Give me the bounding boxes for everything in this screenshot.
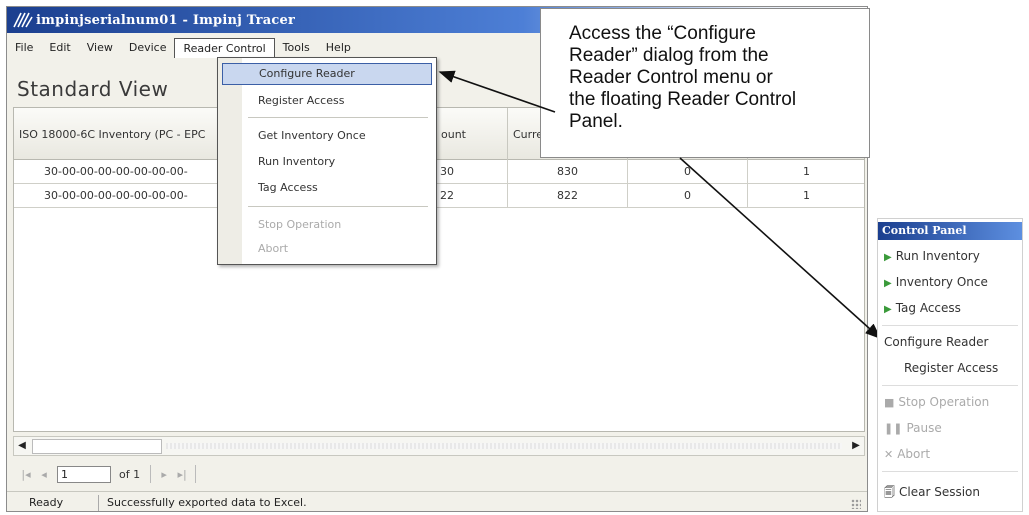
cp-pause-label: Pause <box>906 421 942 435</box>
cp-register-access[interactable]: Register Access <box>904 357 998 379</box>
callout-arrows <box>438 70 882 340</box>
panel-separator <box>882 385 1018 386</box>
cp-clear-session[interactable]: 🗐 Clear Session <box>884 481 980 503</box>
control-panel: Control Panel ▶ Run Inventory ▶ Inventory … <box>877 218 1023 512</box>
cp-tag-access-label: Tag Access <box>895 301 961 315</box>
cp-inventory-once[interactable]: ▶ Inventory Once <box>884 271 988 293</box>
play-icon: ▶ <box>884 252 892 263</box>
cp-clear-session-label: Clear Session <box>899 485 980 499</box>
play-icon: ▶ <box>884 304 892 315</box>
cp-configure-reader[interactable]: Configure Reader <box>884 331 988 353</box>
cp-run-inventory-label: Run Inventory <box>895 249 980 263</box>
cp-abort[interactable]: ✕ Abort <box>884 443 930 465</box>
cp-inventory-once-label: Inventory Once <box>895 275 988 289</box>
abort-icon: ✕ <box>884 448 894 461</box>
arrow-to-menu <box>438 70 556 113</box>
cp-run-inventory[interactable]: ▶ Run Inventory <box>884 245 980 267</box>
cp-stop-operation[interactable]: ■ Stop Operation <box>884 391 989 413</box>
stop-icon: ■ <box>884 396 895 409</box>
control-panel-title[interactable]: Control Panel <box>878 222 1022 240</box>
clear-session-icon: 🗐 <box>884 486 895 499</box>
cp-tag-access[interactable]: ▶ Tag Access <box>884 297 961 319</box>
arrow-to-panel <box>679 157 882 340</box>
panel-separator <box>882 471 1018 472</box>
cp-stop-label: Stop Operation <box>898 395 990 409</box>
play-icon: ▶ <box>884 278 892 289</box>
panel-separator <box>882 325 1018 326</box>
cp-abort-label: Abort <box>897 447 931 461</box>
pause-icon: ❚❚ <box>884 422 903 435</box>
cp-pause[interactable]: ❚❚ Pause <box>884 417 942 439</box>
